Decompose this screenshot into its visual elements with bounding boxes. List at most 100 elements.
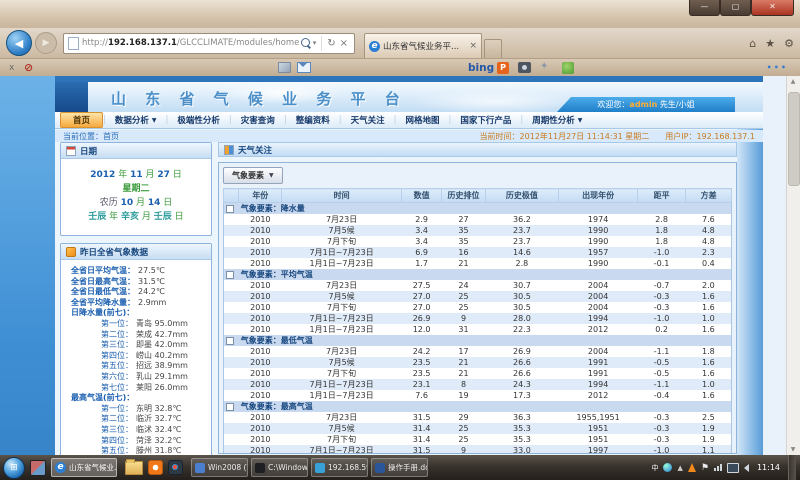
pinned-app-icon[interactable] [30, 460, 46, 476]
group-checkbox[interactable] [226, 271, 234, 279]
nav-item-6[interactable]: 网格地图 [396, 113, 448, 127]
show-hidden-icons[interactable]: ▲ [677, 464, 682, 472]
more-addons-icon[interactable]: ••• [767, 63, 788, 72]
stop-icon[interactable]: × [338, 38, 350, 49]
table-cell: 17 [442, 346, 485, 357]
new-tab-button[interactable] [484, 39, 502, 58]
table-row: 20101月1日~7月23日7.61917.32012-0.41.6 [224, 390, 732, 401]
green-addon-icon[interactable] [562, 62, 574, 74]
nav-item-7[interactable]: 国家下行产品 [451, 113, 520, 127]
table-cell: 1.8 [637, 225, 685, 236]
table-cell: 1.0 [686, 313, 732, 324]
refresh-icon[interactable]: ↻ [325, 38, 337, 49]
volume-icon[interactable] [744, 464, 749, 472]
stat-label: 全省日最高气温： [71, 277, 135, 288]
action-center-flag-icon[interactable]: ⚑ [701, 463, 709, 473]
nav-item-0[interactable]: 首页 [60, 112, 103, 128]
table-cell: -1.0 [637, 445, 685, 454]
nav-item-3[interactable]: 灾害查询 [232, 113, 284, 127]
scroll-up-icon[interactable]: ▲ [787, 78, 799, 85]
table-cell: 26.9 [401, 313, 442, 324]
display-icon[interactable] [727, 463, 739, 473]
window-titlebar[interactable]: — ▢ ✕ [0, 0, 800, 28]
taskbar-button-2[interactable]: 192.168.59.99... [311, 458, 368, 477]
taskbar-button-0[interactable]: Win2008 (VS2... [191, 458, 248, 477]
table-cell: 21 [442, 357, 485, 368]
show-desktop-button[interactable] [788, 455, 796, 480]
table-cell: 7月5候 [282, 357, 401, 368]
web-page: 山 东 省 气 候 业 务 平 台 欢迎您：admin 先生/小姐 首页|数据分… [0, 76, 800, 455]
tray-flame-icon[interactable] [688, 463, 696, 472]
favorites-star-icon[interactable]: ★ [765, 37, 775, 50]
rank-item: 第二位：临沂 32.7℃ [63, 414, 209, 425]
table-cell: 1.6 [686, 324, 732, 335]
orange-addon-icon[interactable]: P [497, 62, 509, 74]
home-icon[interactable]: ⌂ [749, 37, 756, 50]
nav-item-4[interactable]: 整编资料 [287, 113, 339, 127]
table-cell: 0.4 [686, 258, 732, 269]
nav-item-5[interactable]: 天气关注 [342, 113, 394, 127]
page-icon [68, 37, 79, 50]
mail-icon[interactable] [297, 62, 311, 73]
maximize-button[interactable]: ▢ [720, 0, 751, 16]
rank-item: 第五位：滕州 31.8℃ [63, 446, 209, 455]
taskbar-button-icon [195, 463, 205, 473]
stat-value: 2.9mm [138, 298, 166, 309]
blocked-icon[interactable]: ⊘ [24, 61, 33, 74]
network-icon[interactable] [714, 464, 722, 471]
start-button[interactable]: ⊞ [3, 457, 25, 479]
language-indicator[interactable]: 中 [651, 463, 658, 473]
row-indent-cell [224, 313, 239, 324]
tools-gear-icon[interactable]: ⚙ [784, 37, 794, 50]
tray-blue-icon[interactable] [663, 463, 672, 472]
search-icon[interactable] [301, 38, 310, 47]
rank-value: 东明 32.8℃ [136, 404, 181, 415]
group-checkbox[interactable] [226, 337, 234, 345]
close-button[interactable]: ✕ [751, 0, 794, 16]
nav-item-1[interactable]: 数据分析▼ [106, 113, 166, 127]
forward-button[interactable]: ▶ [35, 32, 57, 54]
table-cell: 16 [442, 247, 485, 258]
camera-addon-icon[interactable] [518, 62, 531, 73]
media-player-icon[interactable] [168, 460, 183, 475]
element-filter-button[interactable]: 气象要素▼ [223, 167, 283, 184]
gallery-icon[interactable] [278, 62, 291, 73]
page-scrollbar[interactable]: ▲ ▼ [786, 76, 800, 455]
explorer-icon[interactable] [125, 461, 143, 475]
table-row: 20101月1日~7月23日12.03122.320120.21.6 [224, 324, 732, 335]
nav-item-label: 灾害查询 [241, 114, 275, 126]
group-checkbox-cell [224, 203, 239, 215]
orange-app-icon[interactable] [148, 460, 163, 475]
status-bar: 当前位置：首页 当前时间：2012年11月27日 11:14:31 星期二 用户… [55, 130, 763, 142]
taskbar-active-window[interactable]: e 山东省气候业... [51, 458, 117, 477]
minimize-button[interactable]: — [689, 0, 720, 16]
search-dropdown-icon[interactable]: ▾ [313, 39, 317, 47]
calendar-panel: 日期 2012 年 11 月 27 日星期二农历 10 月 14 日壬辰 年 辛… [60, 142, 212, 236]
addonbar-close-icon[interactable]: x [9, 63, 14, 73]
scroll-down-icon[interactable]: ▼ [787, 446, 799, 453]
table-row: 20107月下旬23.52126.61991-0.51.6 [224, 368, 732, 379]
table-cell: 24.2 [401, 346, 442, 357]
tab-close-icon[interactable]: × [469, 41, 477, 51]
table-cell: 25 [442, 434, 485, 445]
nav-item-2[interactable]: 极端性分析 [168, 113, 229, 127]
taskbar-button-3[interactable]: 操作手册.docx ... [371, 458, 428, 477]
table-cell: 7月下旬 [282, 434, 401, 445]
table-cell: 12.0 [401, 324, 442, 335]
table-row: 20107月下旬3.43523.719901.84.8 [224, 236, 732, 247]
table-cell: 1974 [559, 214, 638, 225]
group-checkbox[interactable] [226, 205, 234, 213]
back-button[interactable]: ◀ [6, 30, 32, 56]
row-indent-cell [224, 379, 239, 390]
group-checkbox[interactable] [226, 403, 234, 411]
table-cell: 8 [442, 379, 485, 390]
sparkle-addon-icon[interactable]: ✦ [540, 61, 548, 72]
rank-value: 青岛 95.0mm [136, 319, 188, 330]
browser-tab[interactable]: e 山东省气候业务平... × [364, 33, 482, 58]
address-bar[interactable]: http://192.168.137.1/GLCCLIMATE/modules/… [63, 33, 355, 54]
taskbar-clock[interactable]: 11:14 [757, 463, 780, 472]
nav-item-8[interactable]: 周期性分析▼ [523, 113, 591, 127]
bing-logo[interactable]: bing [468, 62, 494, 74]
scrollbar-thumb[interactable] [788, 92, 800, 186]
taskbar-button-1[interactable]: C:\Windows\s... [251, 458, 308, 477]
